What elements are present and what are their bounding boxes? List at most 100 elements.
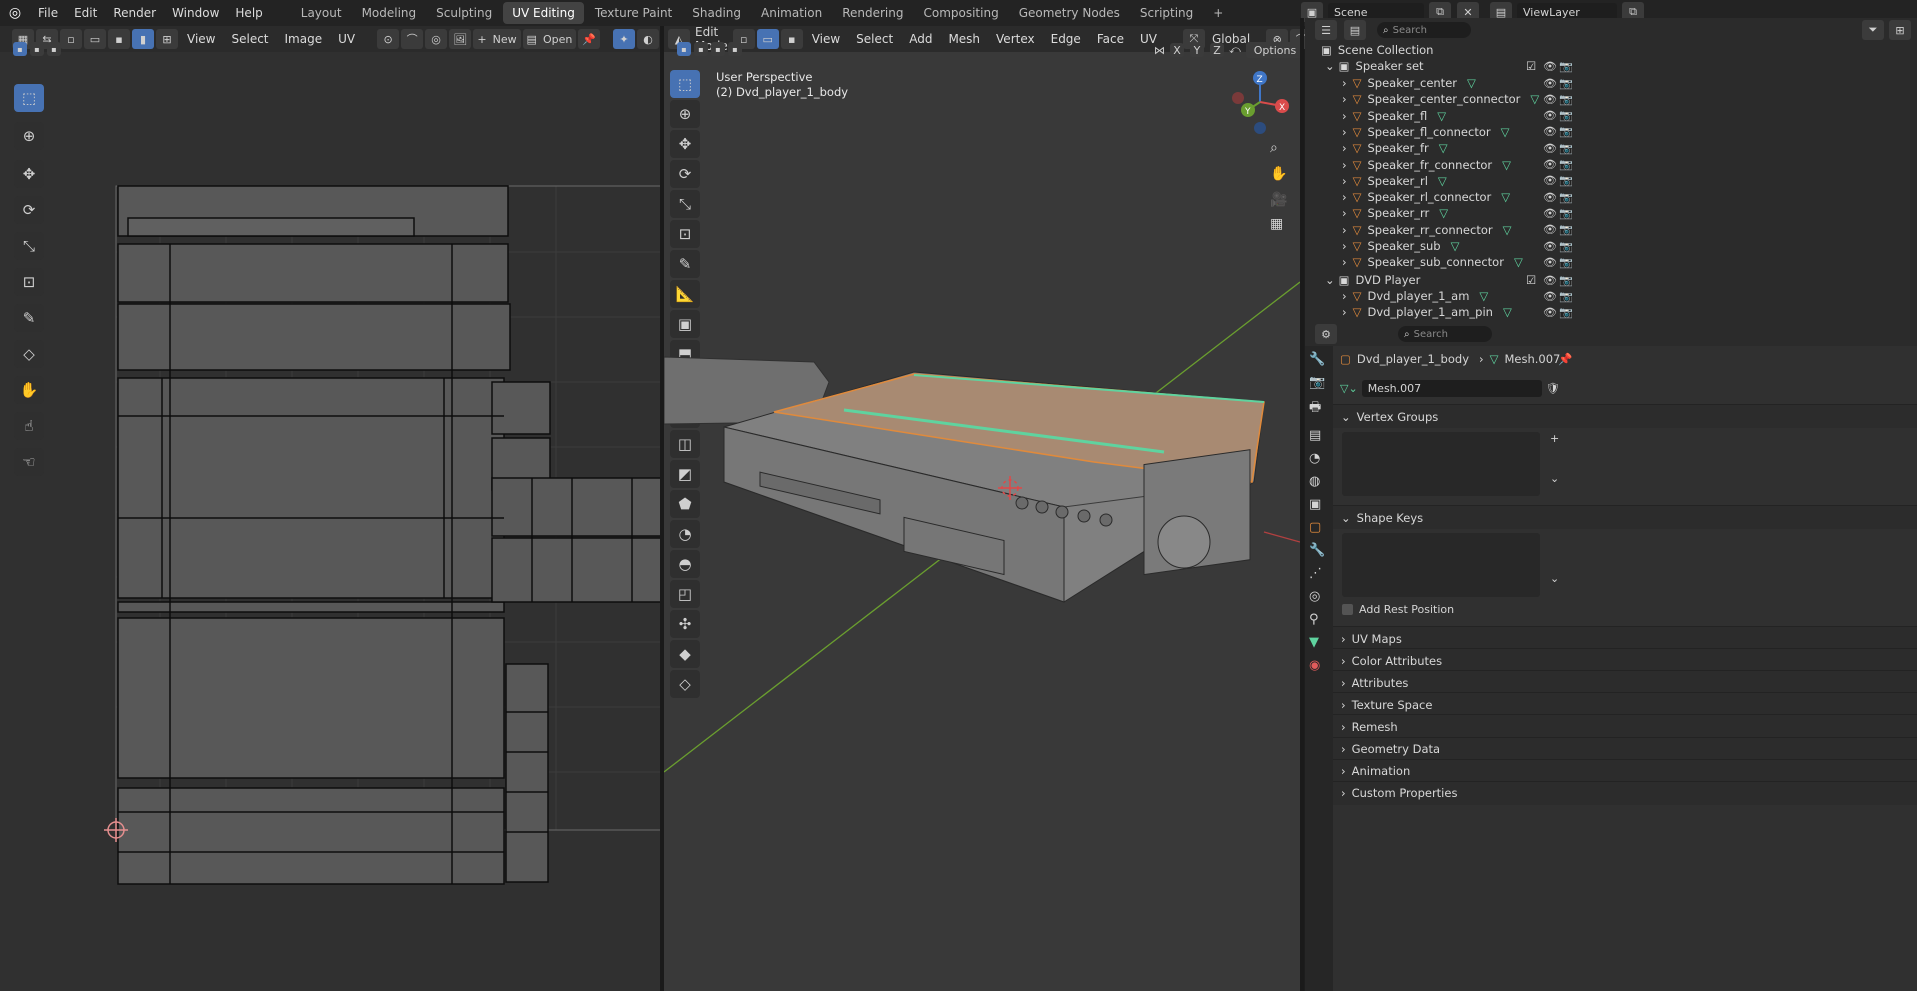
camera-icon[interactable]: 📷 bbox=[1559, 223, 1573, 236]
tab-compositing[interactable]: Compositing bbox=[914, 2, 1007, 24]
tab-sculpting[interactable]: Sculpting bbox=[427, 2, 501, 24]
expand-chevron-icon[interactable]: › bbox=[1342, 190, 1347, 204]
object-tab-icon[interactable]: ▢ bbox=[1309, 520, 1325, 535]
mesh-data-icon[interactable]: ▽ bbox=[1439, 206, 1448, 220]
blender-logo-icon[interactable]: ◎ bbox=[0, 5, 30, 21]
eye-icon[interactable]: 👁 bbox=[1543, 93, 1557, 106]
eye-icon[interactable]: 👁 bbox=[1543, 290, 1557, 303]
expand-chevron-icon[interactable]: › bbox=[1342, 141, 1347, 155]
modifier-tab-icon[interactable]: 🔧 bbox=[1309, 543, 1325, 558]
vertex-group-menu-icon[interactable]: ⌄ bbox=[1550, 472, 1559, 485]
eye-icon[interactable]: 👁 bbox=[1543, 158, 1557, 171]
render-tab-icon[interactable]: 📷 bbox=[1309, 375, 1325, 390]
eye-icon[interactable]: 👁 bbox=[1543, 256, 1557, 269]
mesh-data-icon[interactable]: ▽ bbox=[1503, 223, 1512, 237]
eye-icon[interactable]: 👁 bbox=[1543, 223, 1557, 236]
camera-icon[interactable]: 📷 bbox=[1559, 174, 1573, 187]
expand-chevron-icon[interactable]: › bbox=[1342, 125, 1347, 139]
eye-icon[interactable]: 👁 bbox=[1543, 274, 1557, 287]
mesh-data-icon[interactable]: ▽ bbox=[1438, 174, 1447, 188]
eye-icon[interactable]: 👁 bbox=[1543, 142, 1557, 155]
scene-tab-icon[interactable]: ◔ bbox=[1309, 451, 1325, 466]
vp-menu-vertex[interactable]: Vertex bbox=[988, 32, 1043, 46]
expand-chevron-icon[interactable]: › bbox=[1342, 92, 1347, 106]
edge-mode-icon[interactable]: ▭ bbox=[756, 29, 779, 49]
outliner-type-icon[interactable]: ☰ bbox=[1315, 20, 1337, 40]
collapsed-panel-header[interactable]: › Geometry Data bbox=[1333, 736, 1917, 761]
properties-search-input[interactable]: ⌕ Search bbox=[1398, 326, 1492, 342]
checkbox-icon[interactable]: ☑ bbox=[1526, 273, 1536, 287]
breadcrumb-mesh[interactable]: Mesh.007 bbox=[1504, 352, 1560, 366]
outliner-search-input[interactable]: ⌕ Search bbox=[1377, 22, 1471, 38]
collapsed-panel-header[interactable]: › Attributes bbox=[1333, 670, 1917, 695]
navigation-gizmo[interactable]: Z X Y bbox=[1232, 71, 1289, 134]
eye-icon[interactable]: 👁 bbox=[1543, 191, 1557, 204]
sticky-select-icon[interactable]: ⊞ bbox=[156, 29, 178, 49]
camera-icon[interactable]: 📷 bbox=[1559, 109, 1573, 122]
pin-icon[interactable]: 📌 bbox=[578, 29, 600, 49]
uv-menu-select[interactable]: Select bbox=[223, 32, 276, 46]
proportional-icon[interactable]: ◎ bbox=[425, 29, 448, 49]
material-tab-icon[interactable]: ◉ bbox=[1309, 658, 1325, 673]
vp-menu-view[interactable]: View bbox=[804, 32, 848, 46]
uv-menu-view[interactable]: View bbox=[179, 32, 223, 46]
mesh-data-icon[interactable]: ▽ bbox=[1502, 158, 1511, 172]
eye-icon[interactable]: 👁 bbox=[1543, 306, 1557, 319]
tab-geometry-nodes[interactable]: Geometry Nodes bbox=[1010, 2, 1129, 24]
eye-icon[interactable]: 👁 bbox=[1543, 60, 1557, 73]
mesh-data-icon[interactable]: ▽ bbox=[1501, 190, 1510, 204]
camera-icon[interactable]: 📷 bbox=[1559, 290, 1573, 303]
tab-shading[interactable]: Shading bbox=[683, 2, 750, 24]
expand-chevron-icon[interactable]: › bbox=[1342, 305, 1347, 319]
mesh-data-icon[interactable]: ▽ bbox=[1503, 305, 1512, 319]
mesh-browse-icon[interactable]: ▽⌄ bbox=[1340, 382, 1358, 395]
eye-icon[interactable]: 👁 bbox=[1543, 77, 1557, 90]
mesh-data-icon[interactable]: ▽ bbox=[1530, 92, 1539, 106]
face-mode-icon[interactable]: ▪ bbox=[780, 29, 803, 49]
data-tab-icon[interactable]: ▼ bbox=[1309, 635, 1325, 650]
expand-chevron-icon[interactable]: › bbox=[1342, 239, 1347, 253]
eye-icon[interactable]: 👁 bbox=[1543, 240, 1557, 253]
filter-icon[interactable]: ⏷ bbox=[1862, 20, 1884, 40]
expand-chevron-icon[interactable]: › bbox=[1342, 76, 1347, 90]
menu-file[interactable]: File bbox=[30, 0, 66, 26]
tab-rendering[interactable]: Rendering bbox=[833, 2, 912, 24]
menu-window[interactable]: Window bbox=[164, 0, 227, 26]
expand-chevron-icon[interactable]: › bbox=[1342, 109, 1347, 123]
add-rest-position-checkbox[interactable] bbox=[1342, 604, 1353, 615]
menu-render[interactable]: Render bbox=[105, 0, 164, 26]
eye-icon[interactable]: 👁 bbox=[1543, 174, 1557, 187]
collapsed-panel-header[interactable]: › Custom Properties bbox=[1333, 780, 1917, 805]
image-browse-icon[interactable]: 🖼 bbox=[449, 29, 472, 49]
expand-chevron-icon[interactable]: › bbox=[1342, 174, 1347, 188]
mesh-data-icon[interactable]: ▽ bbox=[1437, 109, 1446, 123]
pivot-icon[interactable]: ⊙ bbox=[377, 29, 400, 49]
camera-icon[interactable]: 📷 bbox=[1559, 77, 1573, 90]
expand-chevron-icon[interactable]: › bbox=[1342, 289, 1347, 303]
camera-icon[interactable]: 📷 bbox=[1559, 191, 1573, 204]
tab-layout[interactable]: Layout bbox=[292, 2, 351, 24]
vp-menu-face[interactable]: Face bbox=[1089, 32, 1132, 46]
particles-tab-icon[interactable]: ⋰ bbox=[1309, 566, 1325, 581]
mesh-data-icon[interactable]: ▽ bbox=[1501, 125, 1510, 139]
properties-type-icon[interactable]: ⚙ bbox=[1315, 324, 1337, 344]
overlay-toggle-icon[interactable]: ◐ bbox=[637, 29, 659, 49]
snap-icon[interactable]: ⌒ bbox=[401, 29, 424, 49]
collapsed-panel-header[interactable]: › Color Attributes bbox=[1333, 648, 1917, 673]
uv-menu-image[interactable]: Image bbox=[277, 32, 331, 46]
checkbox-icon[interactable]: ☑ bbox=[1526, 59, 1536, 73]
camera-icon[interactable]: 📷 bbox=[1559, 125, 1573, 138]
camera-icon[interactable]: 📷 bbox=[1559, 158, 1573, 171]
expand-chevron-icon[interactable]: › bbox=[1342, 206, 1347, 220]
expand-chevron-icon[interactable]: ⌄ bbox=[1325, 273, 1335, 287]
camera-icon[interactable]: 📷 bbox=[1559, 306, 1573, 319]
output-tab-icon[interactable]: 🖶 bbox=[1309, 398, 1325, 420]
constraints-tab-icon[interactable]: ⚲ bbox=[1309, 612, 1325, 627]
shape-key-menu-icon[interactable]: ⌄ bbox=[1550, 572, 1559, 585]
tab-modeling[interactable]: Modeling bbox=[353, 2, 426, 24]
vertex-groups-list[interactable] bbox=[1342, 432, 1540, 496]
world-tab-icon[interactable]: ◍ bbox=[1309, 474, 1325, 489]
uv-menu-uv[interactable]: UV bbox=[330, 32, 363, 46]
expand-chevron-icon[interactable]: › bbox=[1342, 158, 1347, 172]
collapsed-panel-header[interactable]: › Animation bbox=[1333, 758, 1917, 783]
